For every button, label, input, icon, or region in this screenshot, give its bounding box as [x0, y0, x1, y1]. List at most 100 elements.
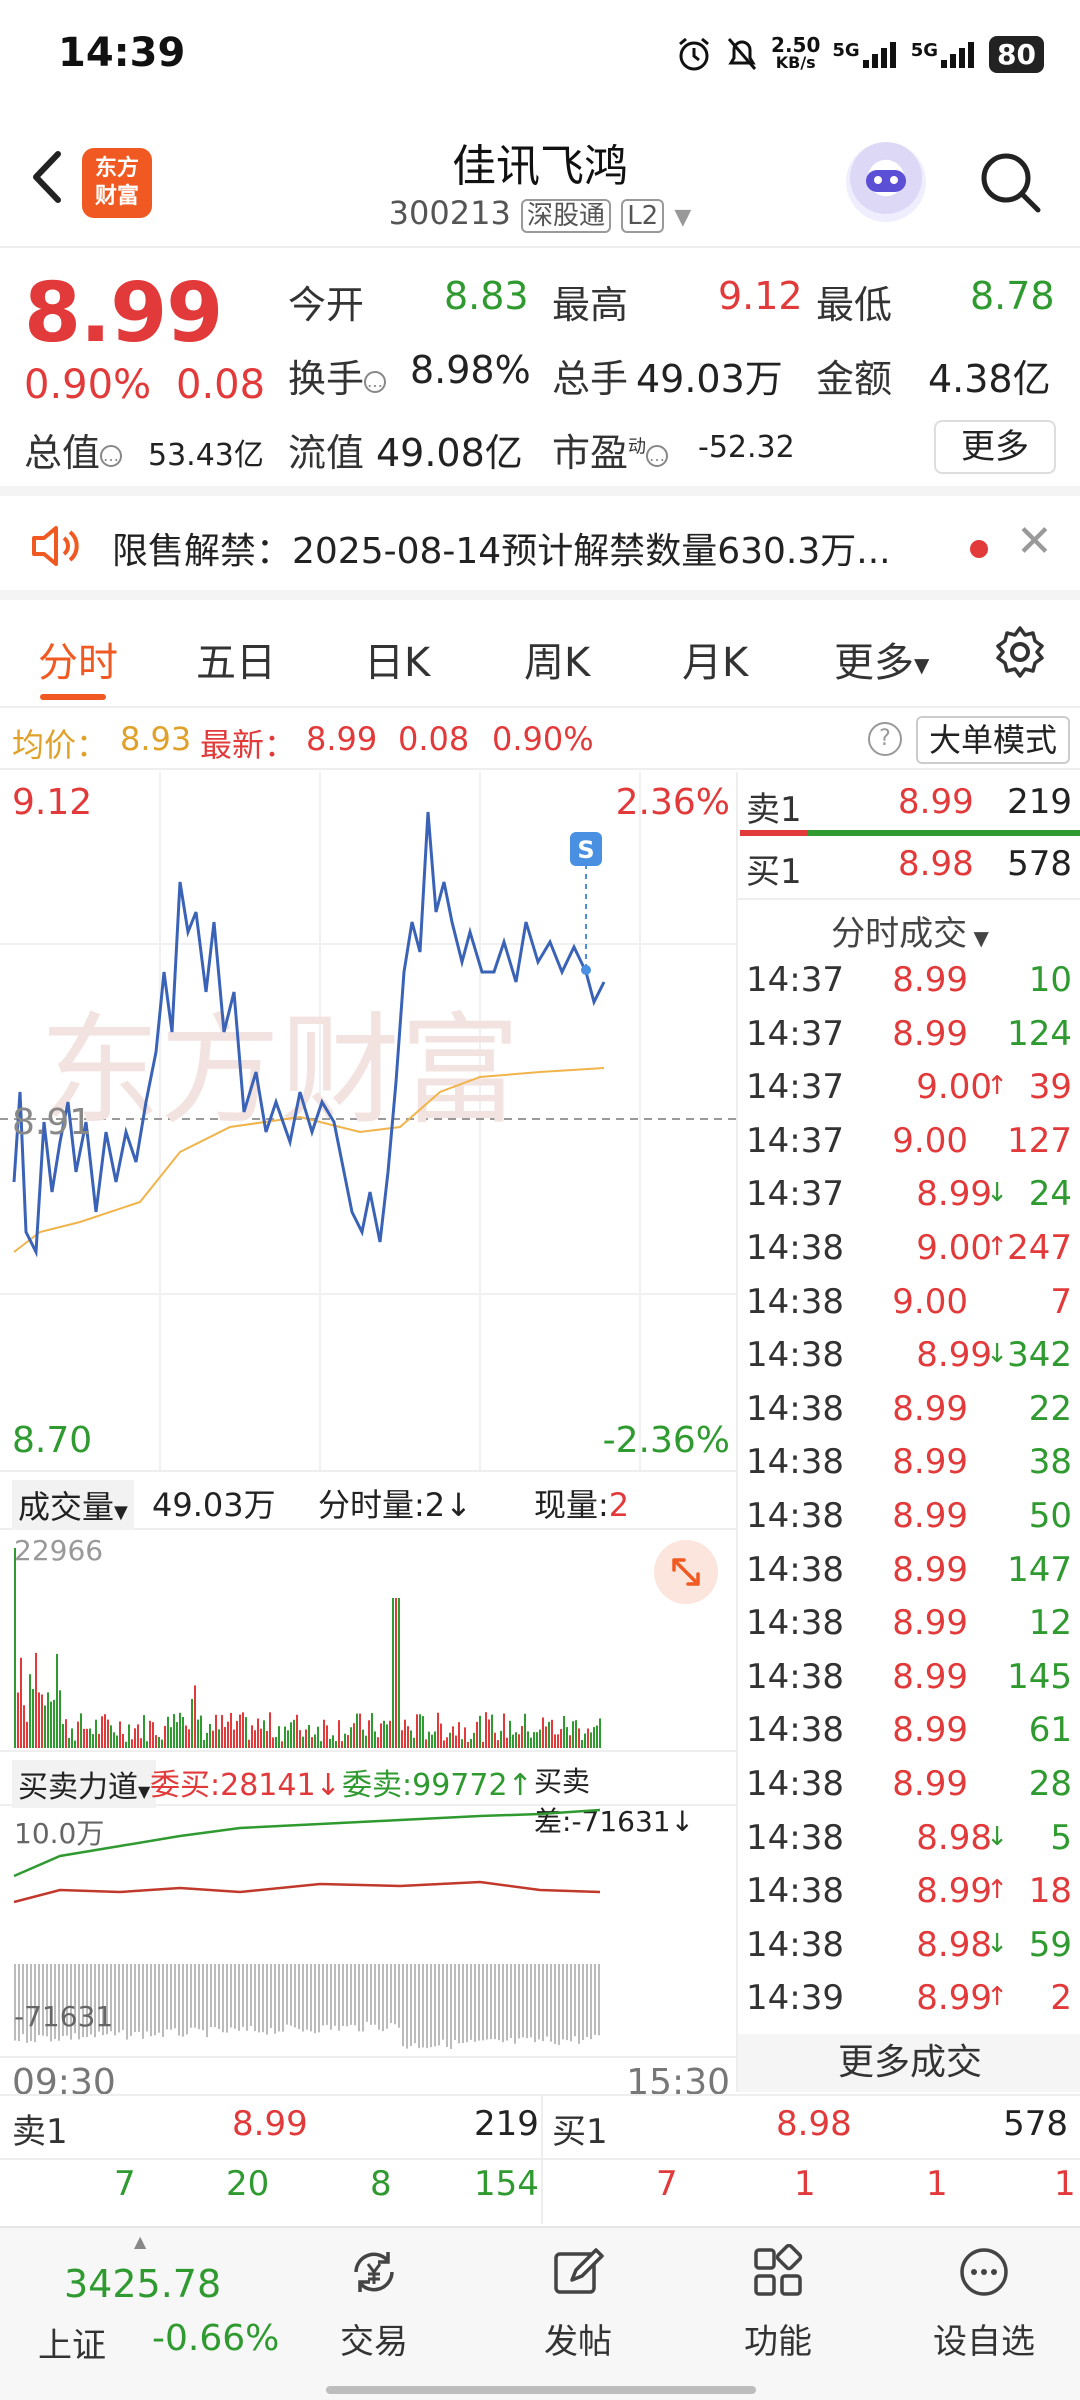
assistant-robot-avatar[interactable] — [846, 142, 926, 222]
pe-label-text: 市盈 — [552, 431, 629, 475]
volume-bar — [134, 1728, 136, 1748]
bid-volume: 委买:28141↓ — [150, 1760, 341, 1804]
volume-total: 49.03万 — [152, 1486, 276, 1524]
avg-value: 8.93 — [120, 720, 192, 758]
bid-queue-item: 1 — [926, 2164, 948, 2204]
power-diff-bar — [354, 1964, 356, 2026]
tab-daily-k[interactable]: 日K — [364, 630, 430, 688]
volume-bar — [377, 1737, 379, 1748]
search-icon[interactable] — [976, 148, 1046, 218]
tab-more[interactable]: 更多▼ — [834, 630, 929, 688]
bid1-row[interactable]: 买1 8.98 578 — [738, 836, 1080, 896]
volume-bar — [65, 1719, 67, 1748]
power-diff-bar — [298, 1964, 300, 2030]
low-label: 最低 — [816, 283, 893, 327]
mktcap-label[interactable]: 总值… — [24, 422, 123, 477]
volume-bar — [191, 1698, 193, 1748]
trade-price: 8.99 — [916, 1871, 992, 1912]
trade-volume: 127 — [1007, 1120, 1072, 1161]
power-diff-bar — [342, 1964, 344, 2027]
alarm-icon — [679, 37, 710, 71]
volume-bar — [332, 1735, 334, 1748]
volume-bar — [227, 1721, 229, 1748]
volume-value: 49.03万 — [636, 357, 783, 401]
close-icon[interactable]: ✕ — [1016, 516, 1053, 567]
volume-bar — [200, 1715, 202, 1748]
bid1-volume: 578 — [1003, 2104, 1068, 2144]
bid-queue-item: 1 — [1054, 2164, 1076, 2204]
trade-time: 14:37 — [746, 1067, 844, 1108]
volume-bar — [218, 1729, 220, 1748]
volume-bar — [266, 1730, 268, 1748]
trade-volume: 38 — [1028, 1442, 1072, 1483]
power-diff-bar — [498, 1964, 500, 2041]
volume-bar — [446, 1737, 448, 1748]
nav-post[interactable]: 发帖 — [508, 2244, 648, 2363]
net-type-1: 5G — [832, 40, 860, 61]
tab-intraday[interactable]: 分时 — [38, 630, 118, 688]
turnover-value: 8.98% — [410, 348, 531, 392]
help-icon[interactable]: ? — [868, 722, 902, 756]
turnover-label-text: 换手 — [288, 357, 365, 401]
power-diff-bar — [326, 1964, 328, 2025]
power-diff-bar — [322, 1964, 324, 2026]
power-diff-bar — [378, 1964, 380, 2030]
more-quote-button[interactable]: 更多 — [934, 420, 1056, 474]
volume-bar — [17, 1692, 19, 1748]
nav-add-watchlist[interactable]: 设自选 — [914, 2244, 1054, 2363]
trade-time: 14:37 — [746, 1174, 844, 1215]
ask1-row[interactable]: 卖1 8.99 219 — [738, 774, 1080, 834]
power-diff-bar — [470, 1964, 472, 2040]
trades-title[interactable]: 分时成交 ▼ — [738, 906, 1080, 955]
order-book-summary[interactable]: 卖1 8.99 219 买1 8.98 578 7 20 8 154 7 1 1… — [0, 2094, 1080, 2224]
volume-bar — [386, 1724, 388, 1748]
gear-icon[interactable] — [992, 624, 1048, 680]
volume-bar — [161, 1739, 163, 1748]
volume-bar — [20, 1657, 22, 1748]
volume-bar — [155, 1735, 157, 1748]
trade-row: 14:38 8.99 145 — [738, 1657, 1080, 1711]
nav-trade[interactable]: 交易 — [304, 2244, 444, 2363]
volume-bar — [143, 1715, 145, 1748]
power-header: 买卖力道▼ 委买:28141↓ 委卖:99772↑ 买卖差:-71631↓ — [0, 1750, 736, 1838]
volume-indicator-select[interactable]: 成交量▼ — [12, 1480, 134, 1530]
volume-bar — [128, 1724, 130, 1748]
volume-chart-svg — [14, 1548, 601, 1748]
volume-bar — [563, 1716, 565, 1748]
power-diff-bar — [574, 1964, 576, 2037]
trade-row: 14:38 8.99 12 — [738, 1603, 1080, 1657]
volume-bar — [389, 1720, 391, 1748]
power-diff-bar — [174, 1964, 176, 2029]
power-diff-bar — [422, 1964, 424, 2048]
volume-bar — [314, 1734, 316, 1748]
ask-volume-value: 99772 — [412, 1768, 508, 1803]
notice-bar[interactable]: 限售解禁：2025-08-14预计解禁数量630.3万... ✕ — [0, 496, 1080, 600]
robot-face-icon — [866, 170, 906, 192]
expand-icon[interactable] — [654, 1540, 718, 1604]
last-price: 8.99 — [24, 266, 223, 361]
volume-bar — [443, 1740, 445, 1748]
big-order-mode-button[interactable]: 大单模式 — [916, 716, 1070, 764]
power-diff-bar — [462, 1964, 464, 2044]
intraday-chart[interactable]: 东方财富 S 9.12 2.36% 8.91 8.70 -2.36% 成交量▼ … — [0, 772, 736, 2103]
tab-monthly-k[interactable]: 月K — [682, 630, 748, 688]
nav-functions[interactable]: 功能 — [708, 2243, 848, 2363]
home-indicator[interactable] — [326, 2386, 756, 2394]
power-diff-bar — [418, 1964, 420, 2049]
turnover-label[interactable]: 换手… — [288, 348, 387, 403]
tab-weekly-k[interactable]: 周K — [524, 630, 590, 688]
volume-bar — [251, 1725, 253, 1748]
more-trades-button[interactable]: 更多成交 — [738, 2034, 1080, 2092]
tab-five-day[interactable]: 五日 — [196, 630, 276, 688]
nav-add-watchlist-label: 设自选 — [933, 2322, 1035, 2362]
volume-bar — [107, 1719, 109, 1748]
chevron-down-icon: ▼ — [138, 1782, 151, 1801]
volume-bar — [539, 1729, 541, 1748]
volume-bar — [44, 1705, 46, 1748]
power-indicator-select[interactable]: 买卖力道▼ — [12, 1760, 157, 1808]
volume-bar — [38, 1692, 40, 1748]
volume-bar — [512, 1734, 514, 1748]
pe-label[interactable]: 市盈动… — [552, 422, 669, 477]
avg-price-line: 均价： 8.93 最新： 8.99 0.08 0.90% ? 大单模式 — [0, 710, 1080, 770]
volume-bar — [554, 1734, 556, 1748]
